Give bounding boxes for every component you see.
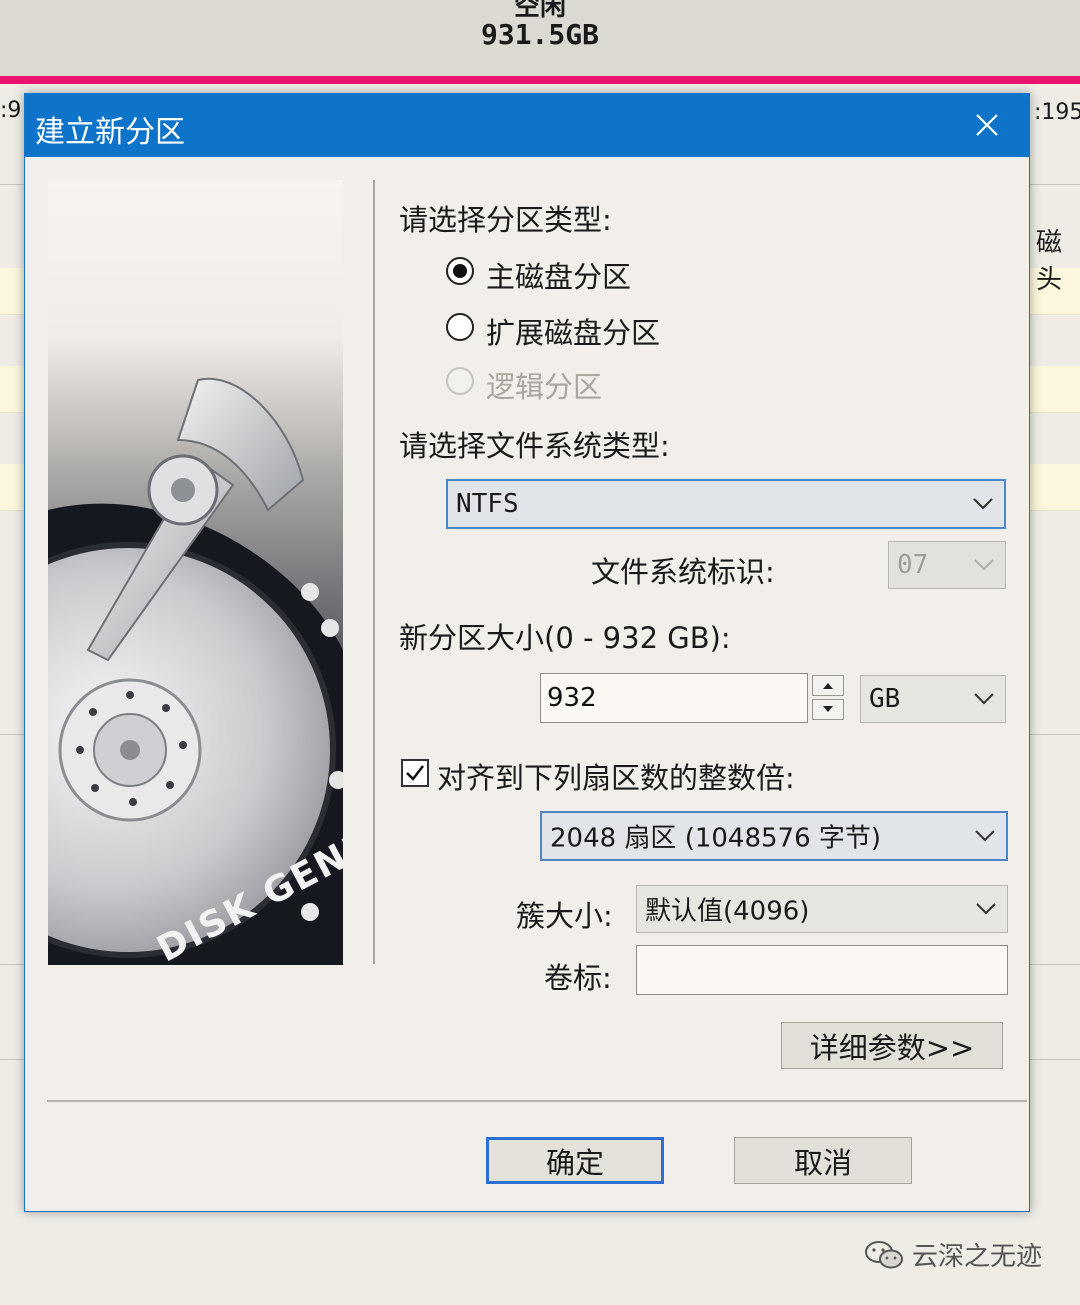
spin-up-button[interactable] <box>812 675 844 696</box>
close-icon <box>976 114 998 136</box>
ok-button[interactable]: 确定 <box>486 1137 664 1184</box>
volume-label-input[interactable] <box>636 945 1008 995</box>
align-checkbox[interactable] <box>401 759 429 787</box>
wechat-icon <box>865 1240 903 1268</box>
ok-button-label: 确定 <box>545 1145 604 1180</box>
chevron-down-icon <box>974 559 994 571</box>
disk-genius-banner: DISK GENIUS <box>48 180 343 965</box>
size-unit-value: GB <box>869 684 901 714</box>
arrow-up-icon <box>823 683 833 689</box>
cluster-size-label: 簇大小: <box>516 899 613 933</box>
radio-button-checked[interactable] <box>446 257 474 285</box>
spin-down-button[interactable] <box>812 699 844 720</box>
align-label[interactable]: 对齐到下列扇区数的整数倍: <box>437 755 795 797</box>
chevron-down-icon <box>975 830 995 842</box>
details-button[interactable]: 详细参数>> <box>781 1022 1003 1069</box>
dialog-titlebar[interactable]: 建立新分区 <box>25 94 1029 157</box>
cancel-button-label: 取消 <box>793 1145 852 1180</box>
size-text-input[interactable] <box>541 674 807 722</box>
bg-column-header: 磁头 <box>1036 228 1063 295</box>
align-sector-select[interactable]: 2048 扇区 (1048576 字节) <box>540 811 1008 861</box>
details-button-label: 详细参数>> <box>809 1030 975 1065</box>
align-sector-value: 2048 扇区 (1048576 字节) <box>550 823 882 854</box>
radio-button-disabled <box>446 367 474 395</box>
bg-text-fragment: :9 <box>0 98 22 123</box>
cluster-size-select[interactable]: 默认值(4096) <box>636 885 1008 933</box>
fs-id-select: 07 <box>888 541 1006 589</box>
dialog-title: 建立新分区 <box>35 115 185 150</box>
fs-type-select[interactable]: NTFS <box>446 479 1006 529</box>
watermark: 云深之无迹 <box>864 1236 1042 1273</box>
fs-type-value: NTFS <box>456 489 519 519</box>
radio-label-primary[interactable]: 主磁盘分区 <box>486 254 631 296</box>
volume-label-label: 卷标: <box>544 961 612 995</box>
chevron-down-icon <box>976 903 996 915</box>
chevron-down-icon <box>974 693 994 705</box>
hard-disk-illustration: DISK GENIUS <box>48 180 343 965</box>
partition-type-label: 请选择分区类型: <box>399 203 612 237</box>
size-unit-select[interactable]: GB <box>860 675 1006 723</box>
radio-label-logical: 逻辑分区 <box>486 370 603 404</box>
checkmark-icon <box>406 765 424 781</box>
vertical-separator <box>373 180 375 964</box>
arrow-down-icon <box>823 706 833 712</box>
horizontal-separator <box>47 1100 1027 1102</box>
cluster-size-value: 默认值(4096) <box>645 896 810 927</box>
volume-text-input[interactable] <box>637 946 1007 994</box>
fs-id-label: 文件系统标识: <box>591 555 775 589</box>
bg-text-fragment: :195 <box>1034 100 1080 125</box>
close-button[interactable] <box>945 94 1029 157</box>
cancel-button[interactable]: 取消 <box>734 1137 912 1184</box>
background-header: 空闲 931.5GB <box>0 0 1080 76</box>
radio-button[interactable] <box>446 313 474 341</box>
disk-map-bar <box>0 76 1080 84</box>
new-partition-dialog: 建立新分区 DISK GENIUS 请选择分区类型: 主磁盘分区 扩展磁盘分区 … <box>24 93 1030 1212</box>
radio-label-extended[interactable]: 扩展磁盘分区 <box>486 310 660 352</box>
chevron-down-icon <box>973 498 993 510</box>
free-space-size: 931.5GB <box>480 18 599 51</box>
watermark-text: 云深之无迹 <box>912 1242 1043 1272</box>
size-spinner[interactable] <box>812 675 846 721</box>
fs-id-value: 07 <box>897 550 929 580</box>
fs-type-label: 请选择文件系统类型: <box>399 429 670 463</box>
partition-size-input[interactable] <box>540 673 808 723</box>
partition-size-label: 新分区大小(0 - 932 GB): <box>399 621 731 655</box>
